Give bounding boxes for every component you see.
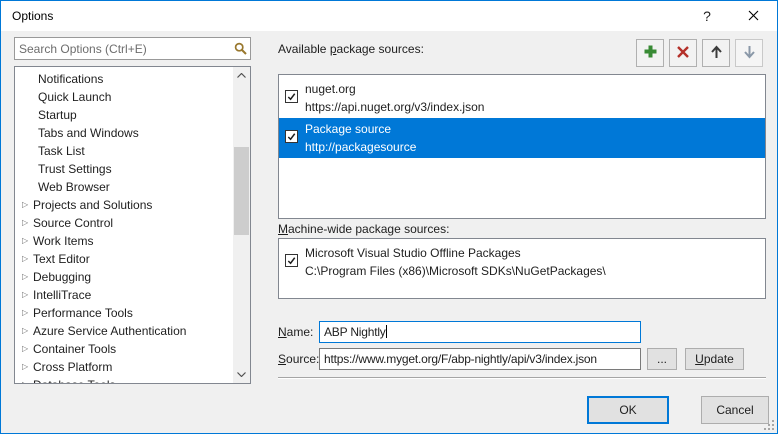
scroll-up-icon[interactable]	[233, 67, 250, 84]
source-url: https://api.nuget.org/v3/index.json	[305, 100, 484, 114]
sidebar-item-performance-tools[interactable]: ▷Performance Tools	[15, 304, 250, 322]
close-icon	[748, 9, 759, 24]
chevron-right-icon: ▷	[22, 358, 32, 376]
cancel-button[interactable]: Cancel	[701, 396, 769, 424]
sidebar-item-intellitrace[interactable]: ▷IntelliTrace	[15, 286, 250, 304]
available-sources-list: nuget.org https://api.nuget.org/v3/index.…	[278, 74, 766, 219]
arrow-up-icon	[710, 45, 723, 62]
source-name: nuget.org	[305, 82, 356, 96]
sidebar-item-container-tools[interactable]: ▷Container Tools	[15, 340, 250, 358]
chevron-right-icon: ▷	[22, 268, 32, 286]
options-tree: Notifications Quick Launch Startup Tabs …	[14, 66, 251, 384]
sidebar-item-database-tools[interactable]: ▷Database Tools	[15, 376, 250, 384]
search-icon	[230, 42, 250, 55]
chevron-right-icon: ▷	[22, 196, 32, 214]
source-row-package-source[interactable]: Package source http://packagesource	[279, 118, 765, 158]
ok-button[interactable]: OK	[587, 396, 669, 424]
chevron-right-icon: ▷	[22, 232, 32, 250]
chevron-right-icon: ▷	[22, 340, 32, 358]
name-label: Name:	[278, 325, 313, 339]
sidebar-item-cross-platform[interactable]: ▷Cross Platform	[15, 358, 250, 376]
machine-wide-sources-label: Machine-wide package sources:	[278, 222, 449, 236]
checkbox-checked-icon[interactable]	[285, 254, 298, 267]
tree-scrollbar[interactable]	[233, 67, 250, 383]
sidebar-item-notifications[interactable]: Notifications	[15, 70, 250, 88]
move-up-button[interactable]	[702, 39, 730, 67]
chevron-right-icon: ▷	[22, 322, 32, 340]
sidebar-item-web-browser[interactable]: Web Browser	[15, 178, 250, 196]
sidebar-item-tabs-and-windows[interactable]: Tabs and Windows	[15, 124, 250, 142]
remove-source-button[interactable]	[669, 39, 697, 67]
checkbox-checked-icon[interactable]	[285, 130, 298, 143]
move-down-button[interactable]	[735, 39, 763, 67]
browse-button[interactable]: ...	[647, 348, 677, 370]
sidebar-item-startup[interactable]: Startup	[15, 106, 250, 124]
options-dialog: Options ? Notifications Quick Launch Sta…	[0, 0, 778, 434]
checkbox-checked-icon[interactable]	[285, 90, 298, 103]
scroll-down-icon[interactable]	[233, 366, 250, 383]
footer-divider	[278, 377, 766, 379]
sidebar-item-text-editor[interactable]: ▷Text Editor	[15, 250, 250, 268]
source-row-offline-packages[interactable]: Microsoft Visual Studio Offline Packages…	[279, 242, 765, 282]
chevron-right-icon: ▷	[22, 376, 32, 384]
available-sources-label: Available package sources:	[278, 42, 424, 56]
source-url: C:\Program Files (x86)\Microsoft SDKs\Nu…	[305, 264, 606, 278]
name-field[interactable]: ABP Nightly	[319, 321, 641, 343]
sidebar-item-work-items[interactable]: ▷Work Items	[15, 232, 250, 250]
add-source-button[interactable]	[636, 39, 664, 67]
sidebar-item-task-list[interactable]: Task List	[15, 142, 250, 160]
sidebar-item-azure-service-authentication[interactable]: ▷Azure Service Authentication	[15, 322, 250, 340]
source-field[interactable]: https://www.myget.org/F/abp-nightly/api/…	[319, 348, 641, 370]
source-label: Source:	[278, 352, 319, 366]
x-icon	[676, 45, 690, 62]
text-caret	[386, 325, 387, 338]
dialog-title: Options	[12, 1, 53, 31]
sidebar-item-debugging[interactable]: ▷Debugging	[15, 268, 250, 286]
help-icon: ?	[703, 8, 711, 24]
source-name: Package source	[305, 122, 391, 136]
search-box	[14, 37, 251, 60]
source-url: http://packagesource	[305, 140, 416, 154]
title-bar: Options ?	[1, 1, 777, 31]
chevron-right-icon: ▷	[22, 286, 32, 304]
search-input[interactable]	[15, 39, 230, 58]
plus-icon	[643, 44, 658, 62]
scrollbar-thumb[interactable]	[234, 147, 249, 235]
sidebar-item-source-control[interactable]: ▷Source Control	[15, 214, 250, 232]
machine-wide-sources-list: Microsoft Visual Studio Offline Packages…	[278, 238, 766, 299]
update-button[interactable]: Update	[685, 348, 744, 370]
chevron-right-icon: ▷	[22, 304, 32, 322]
chevron-right-icon: ▷	[22, 214, 32, 232]
sidebar-item-quick-launch[interactable]: Quick Launch	[15, 88, 250, 106]
arrow-down-icon	[743, 45, 756, 62]
source-row-nuget-org[interactable]: nuget.org https://api.nuget.org/v3/index.…	[279, 78, 765, 118]
close-button[interactable]	[737, 1, 769, 31]
chevron-right-icon: ▷	[22, 250, 32, 268]
help-button[interactable]: ?	[691, 1, 723, 31]
sidebar-item-trust-settings[interactable]: Trust Settings	[15, 160, 250, 178]
source-name: Microsoft Visual Studio Offline Packages	[305, 246, 521, 260]
resize-grip-icon[interactable]	[762, 418, 774, 430]
sidebar-item-projects-and-solutions[interactable]: ▷Projects and Solutions	[15, 196, 250, 214]
